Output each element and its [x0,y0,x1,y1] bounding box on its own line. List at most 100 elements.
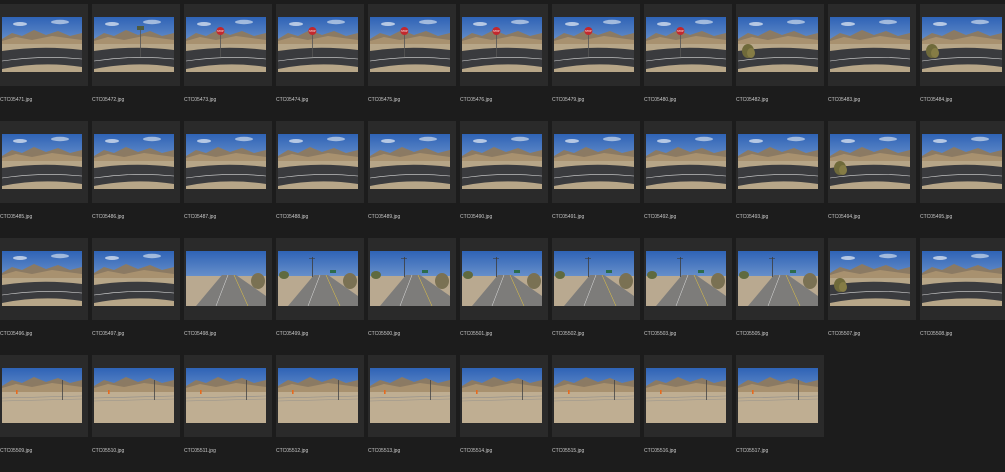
photo-thumbnail-image[interactable] [2,134,82,189]
thumbnail-filename[interactable]: CTC05503.jpg [644,331,735,338]
thumbnail-tile[interactable] [0,4,88,86]
photo-thumbnail-image[interactable] [462,251,542,306]
thumbnail-filename[interactable]: CTC05507.jpg [828,331,919,338]
thumbnail-filename[interactable]: CTC05482.jpg [736,97,827,104]
thumbnail-item[interactable]: CTC05509.jpg [0,355,91,472]
photo-thumbnail-image[interactable] [922,251,1002,306]
photo-thumbnail-image[interactable] [186,251,266,306]
thumbnail-item[interactable]: STOP CTC05480.jpg [644,4,735,121]
thumbnail-item[interactable]: CTC05489.jpg [368,121,459,238]
thumbnail-filename[interactable]: CTC05474.jpg [276,97,367,104]
thumbnail-tile[interactable] [184,355,272,437]
thumbnail-filename[interactable]: CTC05511.jpg [184,448,275,455]
thumbnail-filename[interactable]: CTC05480.jpg [644,97,735,104]
thumbnail-tile[interactable] [368,355,456,437]
photo-thumbnail-image[interactable] [2,251,82,306]
thumbnail-tile[interactable] [736,4,824,86]
thumbnail-tile[interactable] [644,355,732,437]
thumbnail-tile[interactable] [0,121,88,203]
photo-thumbnail-image[interactable] [830,17,910,72]
thumbnail-item[interactable]: CTC05495.jpg [920,121,1005,238]
photo-thumbnail-image[interactable] [830,134,910,189]
photo-thumbnail-image[interactable] [646,251,726,306]
thumbnail-filename[interactable]: CTC05495.jpg [920,214,1005,221]
photo-thumbnail-image[interactable] [646,134,726,189]
thumbnail-filename[interactable]: CTC05508.jpg [920,331,1005,338]
thumbnail-filename[interactable]: CTC05512.jpg [276,448,367,455]
thumbnail-item[interactable]: CTC05511.jpg [184,355,275,472]
thumbnail-filename[interactable]: CTC05516.jpg [644,448,735,455]
thumbnail-item[interactable]: CTC05488.jpg [276,121,367,238]
photo-thumbnail-image[interactable] [922,17,1002,72]
thumbnail-item[interactable]: CTC05507.jpg [828,238,919,355]
thumbnail-tile[interactable] [828,121,916,203]
thumbnail-tile[interactable] [460,121,548,203]
photo-thumbnail-image[interactable] [94,17,174,72]
thumbnail-tile[interactable] [736,355,824,437]
thumbnail-tile[interactable]: STOP [276,4,364,86]
photo-thumbnail-image[interactable]: STOP [462,17,542,72]
thumbnail-tile[interactable] [92,4,180,86]
thumbnail-item[interactable]: STOP CTC05475.jpg [368,4,459,121]
photo-thumbnail-image[interactable] [278,134,358,189]
thumbnail-tile[interactable] [276,238,364,320]
photo-thumbnail-image[interactable] [922,134,1002,189]
thumbnail-item[interactable]: STOP CTC05479.jpg [552,4,643,121]
thumbnail-item[interactable]: CTC05483.jpg [828,4,919,121]
thumbnail-tile[interactable] [552,121,640,203]
thumbnail-item[interactable]: CTC05510.jpg [92,355,183,472]
thumbnail-item[interactable]: CTC05486.jpg [92,121,183,238]
thumbnail-tile[interactable] [644,121,732,203]
thumbnail-tile[interactable] [276,121,364,203]
thumbnail-tile[interactable] [552,355,640,437]
thumbnail-tile[interactable] [552,238,640,320]
thumbnail-item[interactable]: CTC05515.jpg [552,355,643,472]
thumbnail-item[interactable]: CTC05513.jpg [368,355,459,472]
thumbnail-tile[interactable] [368,238,456,320]
thumbnail-tile[interactable] [0,355,88,437]
thumbnail-filename[interactable]: CTC05513.jpg [368,448,459,455]
thumbnail-filename[interactable]: CTC05475.jpg [368,97,459,104]
thumbnail-tile[interactable] [368,121,456,203]
thumbnail-item[interactable]: CTC05485.jpg [0,121,91,238]
thumbnail-item[interactable]: CTC05492.jpg [644,121,735,238]
thumbnail-item[interactable]: CTC05508.jpg [920,238,1005,355]
photo-thumbnail-image[interactable]: STOP [554,17,634,72]
thumbnail-item[interactable]: CTC05503.jpg [644,238,735,355]
thumbnail-item[interactable]: STOP CTC05473.jpg [184,4,275,121]
thumbnail-item[interactable]: CTC05499.jpg [276,238,367,355]
thumbnail-item[interactable]: CTC05493.jpg [736,121,827,238]
photo-thumbnail-image[interactable] [738,368,818,423]
thumbnail-item[interactable]: CTC05496.jpg [0,238,91,355]
thumbnail-tile[interactable] [736,238,824,320]
photo-thumbnail-image[interactable] [2,17,82,72]
photo-thumbnail-image[interactable]: STOP [186,17,266,72]
thumbnail-filename[interactable]: CTC05476.jpg [460,97,551,104]
thumbnail-filename[interactable]: CTC05489.jpg [368,214,459,221]
photo-thumbnail-image[interactable] [186,368,266,423]
thumbnail-item[interactable]: CTC05484.jpg [920,4,1005,121]
thumbnail-filename[interactable]: CTC05497.jpg [92,331,183,338]
thumbnail-filename[interactable]: CTC05491.jpg [552,214,643,221]
thumbnail-filename[interactable]: CTC05499.jpg [276,331,367,338]
thumbnail-item[interactable]: CTC05494.jpg [828,121,919,238]
thumbnail-filename[interactable]: CTC05505.jpg [736,331,827,338]
thumbnail-item[interactable]: CTC05516.jpg [644,355,735,472]
photo-thumbnail-image[interactable] [94,134,174,189]
thumbnail-filename[interactable]: CTC05472.jpg [92,97,183,104]
thumbnail-filename[interactable]: CTC05485.jpg [0,214,91,221]
thumbnail-item[interactable]: STOP CTC05474.jpg [276,4,367,121]
thumbnail-filename[interactable]: CTC05501.jpg [460,331,551,338]
photo-thumbnail-image[interactable] [462,368,542,423]
photo-thumbnail-image[interactable] [278,251,358,306]
thumbnail-tile[interactable] [460,238,548,320]
photo-thumbnail-image[interactable] [370,368,450,423]
thumbnail-filename[interactable]: CTC05473.jpg [184,97,275,104]
thumbnail-tile[interactable]: STOP [552,4,640,86]
thumbnail-filename[interactable]: CTC05498.jpg [184,331,275,338]
thumbnail-tile[interactable] [736,121,824,203]
photo-thumbnail-image[interactable] [370,251,450,306]
thumbnail-tile[interactable] [920,4,1005,86]
thumbnail-filename[interactable]: CTC05494.jpg [828,214,919,221]
thumbnail-tile[interactable] [276,355,364,437]
